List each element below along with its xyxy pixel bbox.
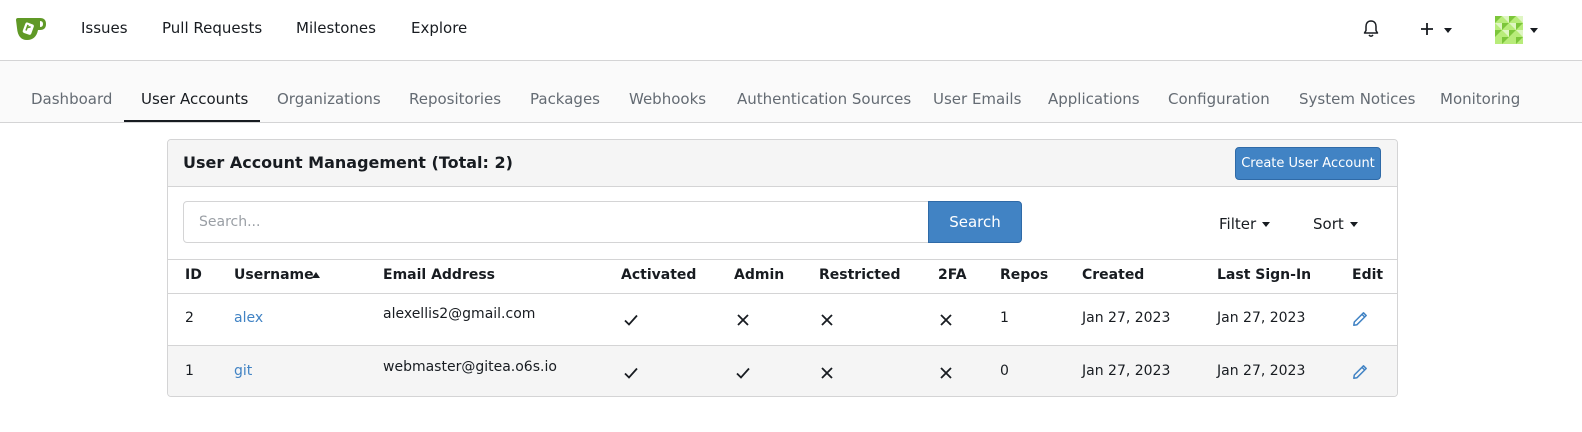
column-header-last-sign-in: Last Sign-In	[1217, 267, 1312, 283]
tab-packages[interactable]: Packages	[530, 90, 600, 108]
cell-id: 1	[185, 363, 194, 379]
column-header-repos[interactable]: Repos	[1000, 267, 1048, 283]
check-icon	[624, 314, 638, 326]
cell-created: Jan 27, 2023	[1082, 310, 1171, 326]
cell-email: webmaster@gitea.o6s.io	[383, 359, 557, 375]
tab-repositories[interactable]: Repositories	[409, 90, 501, 108]
tab-user-emails[interactable]: User Emails	[933, 90, 1021, 108]
table-row: 1 git webmaster@gitea.o6s.io 0 Jan 27, 2…	[168, 345, 1397, 396]
check-icon	[624, 367, 638, 379]
nav-pull-requests[interactable]: Pull Requests	[162, 19, 262, 37]
tab-user-accounts[interactable]: User Accounts	[141, 90, 248, 108]
x-icon	[821, 314, 833, 326]
gitea-logo-icon[interactable]	[14, 14, 48, 42]
page-title: User Account Management (Total: 2)	[183, 153, 513, 172]
x-icon	[940, 314, 952, 326]
cell-repos: 0	[1000, 363, 1009, 379]
chevron-down-icon	[1262, 221, 1271, 227]
search-button[interactable]: Search	[928, 201, 1022, 243]
chevron-down-icon	[1349, 221, 1358, 227]
tab-dashboard[interactable]: Dashboard	[31, 90, 112, 108]
filter-dropdown[interactable]: Filter	[1219, 215, 1271, 233]
column-header-email[interactable]: Email Address	[383, 267, 495, 283]
bell-icon[interactable]	[1361, 19, 1381, 39]
avatar[interactable]	[1495, 16, 1523, 44]
panel-header: User Account Management (Total: 2) Creat…	[168, 140, 1397, 187]
table-row: 2 alex alexellis2@gmail.com 1 Jan 27, 20…	[168, 293, 1397, 345]
x-icon	[737, 314, 749, 326]
pencil-icon[interactable]	[1352, 311, 1368, 327]
column-header-2fa[interactable]: 2FA	[938, 267, 967, 283]
column-header-restricted[interactable]: Restricted	[819, 267, 901, 283]
user-accounts-panel: User Account Management (Total: 2) Creat…	[167, 139, 1398, 397]
username-link[interactable]: alex	[234, 310, 263, 326]
filter-label: Filter	[1219, 215, 1257, 233]
pencil-icon[interactable]	[1352, 364, 1368, 380]
sort-label: Sort	[1313, 215, 1344, 233]
avatar-caret-icon[interactable]	[1530, 28, 1538, 33]
x-icon	[940, 367, 952, 379]
cell-created: Jan 27, 2023	[1082, 363, 1171, 379]
plus-caret-icon[interactable]	[1444, 28, 1452, 33]
column-header-edit: Edit	[1352, 267, 1384, 283]
column-header-created[interactable]: Created	[1082, 267, 1144, 283]
active-tab-indicator	[124, 120, 260, 122]
nav-explore[interactable]: Explore	[411, 19, 467, 37]
nav-issues[interactable]: Issues	[81, 19, 128, 37]
top-navbar: Issues Pull Requests Milestones Explore	[0, 0, 1582, 61]
column-header-username[interactable]: Username	[234, 267, 314, 283]
username-link[interactable]: git	[234, 363, 252, 379]
cell-repos: 1	[1000, 310, 1009, 326]
column-header-id[interactable]: ID	[185, 267, 202, 283]
plus-icon[interactable]	[1419, 21, 1435, 37]
nav-milestones[interactable]: Milestones	[296, 19, 376, 37]
table-divider	[168, 259, 1397, 260]
x-icon	[821, 367, 833, 379]
tab-organizations[interactable]: Organizations	[277, 90, 381, 108]
tab-system-notices[interactable]: System Notices	[1299, 90, 1415, 108]
cell-email: alexellis2@gmail.com	[383, 306, 536, 322]
check-icon	[736, 367, 750, 379]
admin-tabs: Dashboard User Accounts Organizations Re…	[0, 61, 1582, 123]
cell-id: 2	[185, 310, 194, 326]
tab-applications[interactable]: Applications	[1048, 90, 1140, 108]
sort-dropdown[interactable]: Sort	[1313, 215, 1358, 233]
tab-authentication-sources[interactable]: Authentication Sources	[737, 90, 911, 108]
tab-configuration[interactable]: Configuration	[1168, 90, 1270, 108]
cell-last-sign-in: Jan 27, 2023	[1217, 310, 1306, 326]
cell-last-sign-in: Jan 27, 2023	[1217, 363, 1306, 379]
tab-monitoring[interactable]: Monitoring	[1440, 90, 1520, 108]
search-input[interactable]	[183, 201, 929, 243]
create-user-account-button[interactable]: Create User Account	[1235, 147, 1381, 180]
column-header-admin[interactable]: Admin	[734, 267, 784, 283]
sort-ascending-icon[interactable]	[312, 272, 320, 278]
column-header-activated[interactable]: Activated	[621, 267, 696, 283]
tab-webhooks[interactable]: Webhooks	[629, 90, 706, 108]
